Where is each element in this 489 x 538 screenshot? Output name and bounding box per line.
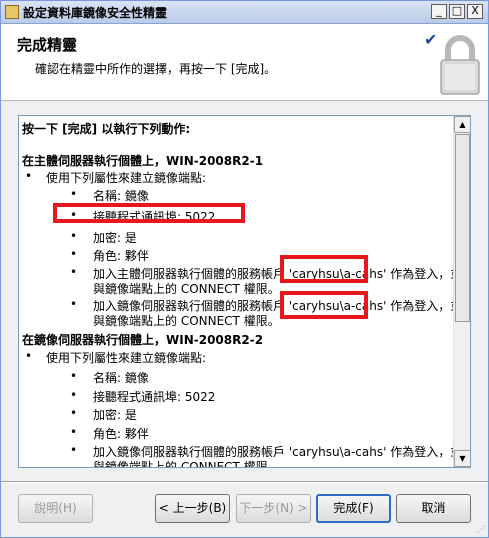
bullet: • — [70, 369, 78, 383]
checkmark-icon: ✔ — [424, 30, 438, 49]
principal-create-line: 使用下列屬性來建立鏡像端點: — [46, 171, 207, 185]
finish-button[interactable]: 完成(F) — [316, 494, 391, 523]
bullet: • — [70, 229, 78, 243]
page-subtitle: 確認在精靈中所作的選擇，再按一下 [完成]。 — [35, 62, 277, 76]
principal-login1-line2: 與鏡像端點上的 CONNECT 權限。 — [93, 282, 280, 296]
wizard-window: 設定資料庫鏡像安全性精靈 _ □ X 完成精靈 確認在精靈中所作的選擇，再按一下… — [0, 0, 489, 538]
bullet: • — [70, 443, 78, 457]
bullet: • — [70, 247, 78, 261]
principal-heading: 在主體伺服器執行個體上，WIN-2008R2-1 — [22, 154, 264, 168]
account-highlight-box-2 — [280, 291, 368, 319]
port-highlight-box — [53, 203, 245, 223]
summary-intro: 按一下 [完成] 以執行下列動作: — [22, 122, 191, 136]
scroll-down-arrow-icon[interactable]: ▼ — [454, 450, 470, 467]
title-bar[interactable]: 設定資料庫鏡像安全性精靈 _ □ X — [1, 1, 488, 24]
bullet: • — [70, 187, 78, 201]
mirror-encryption: 加密: 是 — [93, 408, 137, 422]
bullet: • — [70, 297, 78, 311]
mirror-create-line: 使用下列屬性來建立鏡像端點: — [46, 351, 207, 365]
bullet: • — [25, 349, 33, 363]
mirror-name: 名稱: 鏡像 — [93, 371, 149, 385]
principal-login2-line2: 與鏡像端點上的 CONNECT 權限。 — [93, 314, 280, 328]
padlock-icon — [440, 35, 480, 95]
bullet: • — [70, 425, 78, 439]
next-button[interactable]: 下一步(N) > — [236, 494, 311, 523]
footer-divider — [1, 481, 488, 483]
page-title: 完成精靈 — [17, 36, 78, 54]
vertical-scrollbar[interactable]: ▲ ▼ — [453, 116, 470, 467]
resize-grip-icon[interactable]: ⋰ — [477, 525, 486, 535]
bullet: • — [25, 169, 33, 183]
window-title: 設定資料庫鏡像安全性精靈 — [23, 6, 168, 20]
maximize-button[interactable]: □ — [449, 4, 465, 19]
minimize-button[interactable]: _ — [431, 4, 447, 19]
principal-encryption: 加密: 是 — [93, 231, 137, 245]
mirror-heading: 在鏡像伺服器執行個體上，WIN-2008R2-2 — [22, 333, 264, 347]
summary-panel: 按一下 [完成] 以執行下列動作: 在主體伺服器執行個體上，WIN-2008R2… — [18, 115, 471, 468]
bullet: • — [70, 388, 78, 402]
account-highlight-box-1 — [280, 255, 368, 283]
mirror-login1-line2: 與鏡像端點上的 CONNECT 權限。 — [93, 460, 280, 467]
wizard-header: 完成精靈 確認在精靈中所作的選擇，再按一下 [完成]。 ✔ — [1, 24, 488, 101]
back-button[interactable]: < 上一步(B) — [155, 494, 230, 523]
wizard-app-icon — [5, 5, 19, 19]
scroll-up-arrow-icon[interactable]: ▲ — [454, 116, 470, 133]
scrollbar-thumb[interactable] — [455, 134, 470, 322]
principal-name: 名稱: 鏡像 — [93, 189, 149, 203]
bullet: • — [70, 265, 78, 279]
bullet: • — [70, 406, 78, 420]
cancel-button[interactable]: 取消 — [396, 494, 471, 523]
principal-role: 角色: 夥伴 — [93, 249, 149, 263]
close-button[interactable]: X — [467, 4, 483, 19]
help-button[interactable]: 說明(H) — [18, 494, 93, 523]
summary-content: 按一下 [完成] 以執行下列動作: 在主體伺服器執行個體上，WIN-2008R2… — [19, 116, 453, 467]
mirror-role: 角色: 夥伴 — [93, 427, 149, 441]
mirror-port: 接聽程式通訊埠: 5022 — [93, 390, 216, 404]
